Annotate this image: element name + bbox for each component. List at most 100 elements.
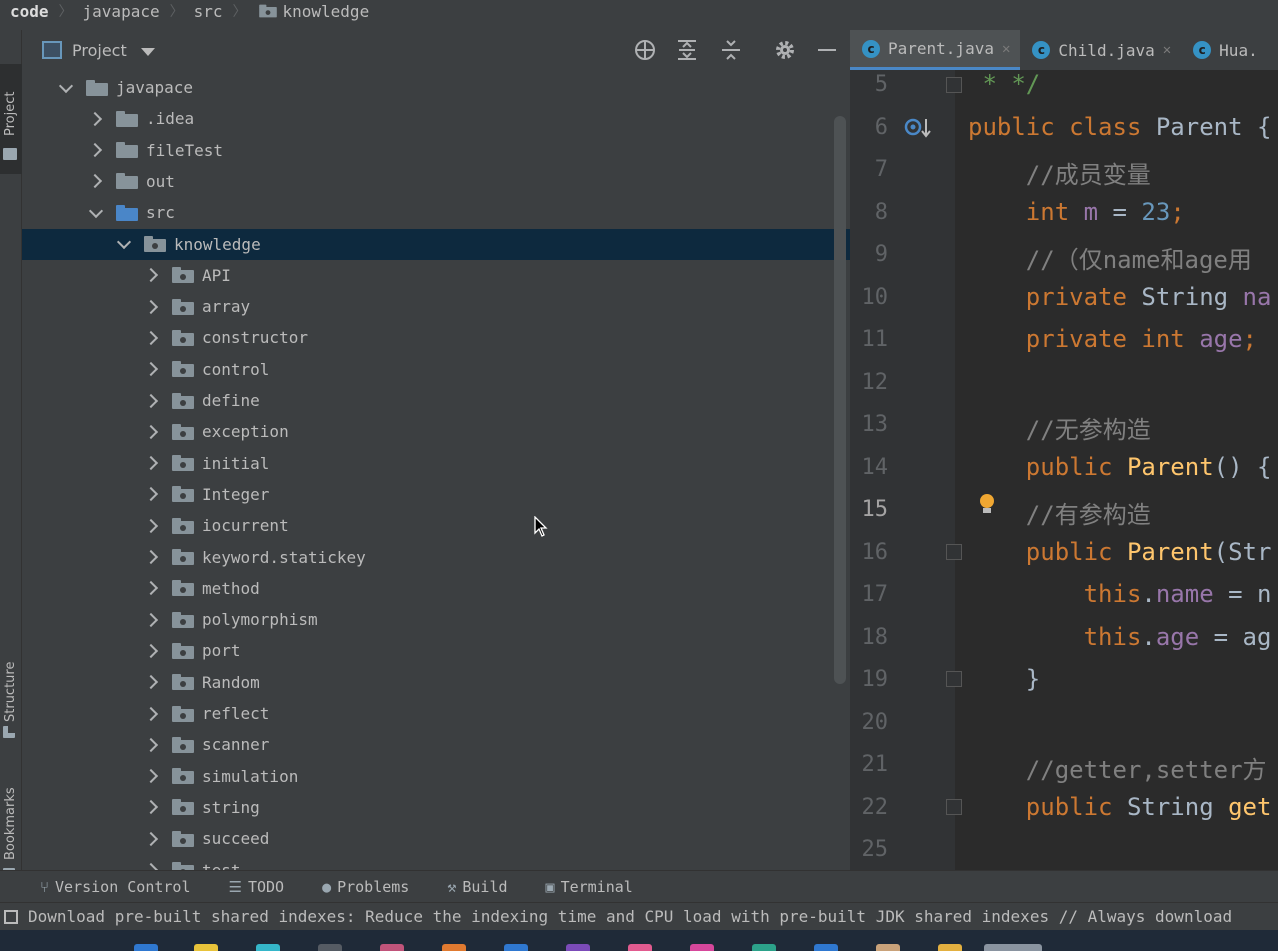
vertical-scrollbar[interactable] <box>834 116 846 684</box>
chevron-right-icon[interactable] <box>144 362 158 376</box>
tree-item[interactable]: method <box>22 573 850 604</box>
chevron-right-icon[interactable] <box>144 738 158 752</box>
taskbar-app-icon[interactable] <box>984 944 1042 951</box>
tool-version-control[interactable]: ⑂ Version Control <box>40 878 190 896</box>
chevron-right-icon[interactable] <box>144 769 158 783</box>
tree-item[interactable]: test <box>22 855 850 870</box>
chevron-right-icon[interactable] <box>144 456 158 470</box>
code-line[interactable]: //有参构造 <box>968 495 1151 530</box>
tree-item[interactable]: polymorphism <box>22 604 850 635</box>
tree-item[interactable]: javapace <box>22 72 850 103</box>
taskbar-app-icon[interactable] <box>134 944 158 951</box>
tab-hua-java[interactable]: c Hua. <box>1181 30 1268 70</box>
fold-marker-icon[interactable] <box>946 77 962 93</box>
tree-item[interactable]: simulation <box>22 761 850 792</box>
tree-item[interactable]: string <box>22 792 850 823</box>
chevron-right-icon[interactable] <box>144 394 158 408</box>
tree-item[interactable]: exception <box>22 416 850 447</box>
taskbar-app-icon[interactable] <box>938 944 962 951</box>
chevron-right-icon[interactable] <box>144 832 158 846</box>
taskbar-app-icon[interactable] <box>256 944 280 951</box>
locate-file-button[interactable] <box>633 38 657 62</box>
chevron-right-icon[interactable] <box>144 425 158 439</box>
code-line[interactable]: int m = 23; <box>968 198 1185 226</box>
tree-item[interactable]: reflect <box>22 698 850 729</box>
close-icon[interactable]: ✕ <box>1163 42 1171 58</box>
chevron-right-icon[interactable] <box>144 800 158 814</box>
taskbar-app-icon[interactable] <box>814 944 838 951</box>
expand-fold-icon[interactable] <box>946 799 962 815</box>
taskbar-app-icon[interactable] <box>690 944 714 951</box>
taskbar-app-icon[interactable] <box>504 944 528 951</box>
taskbar-app-icon[interactable] <box>876 944 900 951</box>
tree-item[interactable]: array <box>22 291 850 322</box>
code-line[interactable]: this.age = ag <box>968 623 1272 651</box>
code-line[interactable]: * */ <box>968 70 1040 98</box>
tree-item[interactable]: API <box>22 260 850 291</box>
tree-item[interactable]: define <box>22 385 850 416</box>
tool-build[interactable]: ⚒ Build <box>447 878 507 896</box>
chevron-right-icon[interactable] <box>144 707 158 721</box>
tree-item[interactable]: initial <box>22 448 850 479</box>
collapse-all-button[interactable] <box>719 38 743 62</box>
code-editor[interactable]: 5 6 7 8 9 10 11 12 13 14 15 16 17 18 19 20 21 22 25 * */ pu… <box>850 70 1278 870</box>
tree-item[interactable]: fileTest <box>22 135 850 166</box>
code-line[interactable]: this.name = n <box>968 580 1272 608</box>
settings-button[interactable] <box>773 38 797 62</box>
chevron-down-icon[interactable] <box>116 237 130 251</box>
taskbar-app-icon[interactable] <box>566 944 590 951</box>
breadcrumb-item-code[interactable]: code <box>0 2 53 21</box>
code-line[interactable]: //无参构造 <box>968 410 1151 445</box>
chevron-right-icon[interactable] <box>144 331 158 345</box>
chevron-right-icon[interactable] <box>144 644 158 658</box>
code-line[interactable]: //成员变量 <box>968 155 1151 190</box>
chevron-right-icon[interactable] <box>144 519 158 533</box>
tool-todo[interactable]: ☰ TODO <box>228 878 284 896</box>
breadcrumb-item-knowledge[interactable]: knowledge <box>247 2 374 21</box>
tree-item[interactable]: Integer <box>22 479 850 510</box>
chevron-right-icon[interactable] <box>144 863 158 870</box>
tree-item[interactable]: port <box>22 635 850 666</box>
chevron-right-icon[interactable] <box>144 550 158 564</box>
chevron-down-icon[interactable] <box>58 81 72 95</box>
fold-marker-icon[interactable] <box>946 671 962 687</box>
expand-all-button[interactable] <box>675 38 699 62</box>
taskbar-app-icon[interactable] <box>380 944 404 951</box>
code-line[interactable]: public String get <box>968 793 1272 821</box>
code-line[interactable]: public Parent(Str <box>968 538 1272 566</box>
taskbar-app-icon[interactable] <box>442 944 466 951</box>
breadcrumb-item-src[interactable]: src <box>184 2 227 21</box>
chevron-right-icon[interactable] <box>144 268 158 282</box>
chevron-right-icon[interactable] <box>144 613 158 627</box>
tool-problems[interactable]: ● Problems <box>322 878 409 896</box>
chevron-right-icon[interactable] <box>144 675 158 689</box>
chevron-right-icon[interactable] <box>88 143 102 157</box>
code-line[interactable]: //getter,setter方 <box>968 750 1267 785</box>
code-line[interactable]: //（仅name和age用 <box>968 240 1252 275</box>
tool-tab-project[interactable]: Project <box>0 64 22 174</box>
status-toggle-icon[interactable] <box>4 909 18 924</box>
chevron-right-icon[interactable] <box>88 112 102 126</box>
code-line[interactable]: private String na <box>968 283 1272 311</box>
hide-panel-button[interactable] <box>815 38 839 62</box>
code-line[interactable]: } <box>968 665 1040 693</box>
chevron-right-icon[interactable] <box>144 581 158 595</box>
taskbar-app-icon[interactable] <box>194 944 218 951</box>
tree-item[interactable]: constructor <box>22 322 850 353</box>
chevron-right-icon[interactable] <box>144 300 158 314</box>
tab-child-java[interactable]: c Child.java ✕ <box>1020 30 1181 70</box>
code-line[interactable]: private int age; <box>968 325 1257 353</box>
breadcrumb-item-project[interactable]: javapace <box>73 2 164 21</box>
taskbar-app-icon[interactable] <box>318 944 342 951</box>
taskbar-app-icon[interactable] <box>752 944 776 951</box>
tree-item[interactable]: control <box>22 354 850 385</box>
tool-tab-structure[interactable]: Structure <box>0 636 22 746</box>
tree-item[interactable]: .idea <box>22 103 850 134</box>
tree-item[interactable]: iocurrent <box>22 510 850 541</box>
status-message[interactable]: Download pre-built shared indexes: Reduc… <box>28 907 1232 926</box>
chevron-down-icon[interactable] <box>88 206 102 220</box>
code-line[interactable]: public Parent() { <box>968 453 1272 481</box>
tree-item[interactable]: scanner <box>22 729 850 760</box>
tree-item[interactable]: knowledge <box>22 228 850 260</box>
tree-item[interactable]: src <box>22 197 850 228</box>
